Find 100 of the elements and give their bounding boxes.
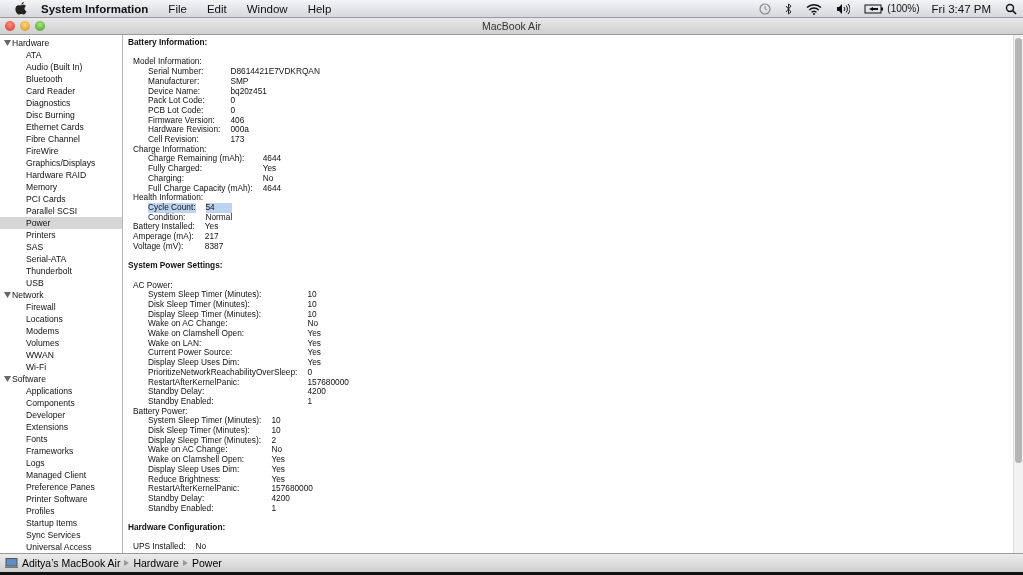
sidebar-item[interactable]: FireWire	[0, 145, 122, 157]
bluetooth-icon[interactable]	[785, 2, 793, 15]
battery-percentage[interactable]: (100%)	[887, 3, 920, 14]
sidebar-item[interactable]: Fibre Channel	[0, 133, 122, 145]
field-value: 4200	[271, 494, 291, 504]
sidebar-item[interactable]: Audio (Built In)	[0, 61, 122, 73]
sidebar-item[interactable]: Developer	[0, 409, 122, 421]
sidebar-item[interactable]: Managed Client	[0, 469, 122, 481]
sidebar-item[interactable]: Universal Access	[0, 541, 122, 553]
laptop-icon	[5, 558, 18, 568]
field-label: Manufacturer:	[148, 76, 201, 87]
disclosure-triangle-icon[interactable]	[4, 40, 11, 46]
field-label: RestartAfterKernelPanic:	[148, 377, 240, 387]
field-value: Yes	[271, 474, 286, 485]
group-heading: Health Information:	[132, 193, 204, 203]
sidebar-item[interactable]: Extensions	[0, 421, 122, 433]
search-icon[interactable]	[1005, 2, 1017, 15]
sidebar-item[interactable]: Hardware RAID	[0, 169, 122, 181]
sidebar-item[interactable]: Serial-ATA	[0, 253, 122, 265]
field-label: Amperage (mA):	[133, 232, 195, 242]
field-value: 10	[307, 309, 318, 320]
field-value: 0	[230, 105, 237, 116]
sidebar-item[interactable]: Logs	[0, 457, 122, 469]
section-heading: Battery Information:	[128, 38, 209, 48]
field-value: Yes	[204, 222, 220, 233]
tree-category[interactable]: Software	[0, 373, 122, 385]
close-button[interactable]	[5, 21, 15, 31]
field-value: SMP	[230, 76, 249, 87]
field-value: No	[195, 542, 207, 553]
menu-item[interactable]: Help	[307, 2, 332, 15]
field-label: Standby Enabled:	[148, 396, 215, 407]
clock-icon[interactable]	[759, 2, 772, 15]
sidebar-item[interactable]: Fonts	[0, 433, 122, 445]
disclosure-triangle-icon[interactable]	[4, 376, 11, 382]
field-value: bq20z451	[230, 86, 268, 97]
field-label: Display Sleep Timer (Minutes):	[148, 435, 262, 446]
field-value: 000a	[230, 125, 250, 135]
menu-item[interactable]: File	[168, 2, 187, 15]
menu-item[interactable]: Edit	[206, 2, 227, 15]
tree-category[interactable]: Network	[0, 289, 122, 301]
app-name-menu[interactable]: System Information	[41, 2, 149, 15]
sidebar-item[interactable]: Frameworks	[0, 445, 122, 457]
field-label: Display Sleep Uses Dim:	[148, 358, 241, 368]
apple-icon[interactable]	[14, 1, 28, 16]
field-value: No	[307, 319, 319, 330]
sidebar-item[interactable]: Startup Items	[0, 517, 122, 529]
sidebar-item[interactable]: Bluetooth	[0, 73, 122, 85]
path-item[interactable]: Aditya’s MacBook Air	[22, 557, 121, 569]
field-value: Yes	[307, 358, 322, 368]
sidebar-item[interactable]: Power	[0, 217, 122, 229]
disclosure-triangle-icon[interactable]	[4, 292, 11, 298]
field-value: Yes	[307, 338, 322, 349]
sidebar-item[interactable]: Card Reader	[0, 85, 122, 97]
sidebar-item[interactable]: Modems	[0, 325, 122, 337]
sidebar-item[interactable]: Firewall	[0, 301, 122, 313]
sidebar-item[interactable]: Printers	[0, 229, 122, 241]
menu-item[interactable]: Window	[246, 2, 288, 15]
sidebar-item[interactable]: Locations	[0, 313, 122, 325]
field-label: RestartAfterKernelPanic:	[148, 484, 241, 494]
sidebar-item[interactable]: Thunderbolt	[0, 265, 122, 277]
sidebar-item[interactable]: Diagnostics	[0, 97, 122, 109]
field-label: System Sleep Timer (Minutes):	[148, 416, 262, 427]
field-label: UPS Installed:	[133, 542, 186, 553]
scroll-bar[interactable]	[1013, 35, 1023, 553]
sidebar-item[interactable]: Ethernet Cards	[0, 121, 122, 133]
sidebar-item[interactable]: Printer Software	[0, 493, 122, 505]
field-label: Standby Delay:	[148, 387, 205, 397]
tree-category[interactable]: Hardware	[0, 37, 122, 49]
sidebar-item[interactable]: Profiles	[0, 505, 122, 517]
sidebar-item[interactable]: Volumes	[0, 337, 122, 349]
field-label: PCB Lot Code:	[148, 105, 205, 116]
path-item[interactable]: Hardware	[133, 557, 179, 569]
field-label: Wake on AC Change:	[148, 319, 228, 330]
field-label: Display Sleep Timer (Minutes):	[148, 309, 262, 320]
sidebar-item[interactable]: PCI Cards	[0, 193, 122, 205]
field-value: 54	[205, 202, 233, 213]
sidebar-item[interactable]: Graphics/Displays	[0, 157, 122, 169]
sidebar-item[interactable]: Parallel SCSI	[0, 205, 122, 217]
sidebar-item[interactable]: Components	[0, 397, 122, 409]
menu-clock[interactable]: Fri 3:47 PM	[931, 2, 991, 15]
field-label: Charging:	[148, 173, 184, 184]
sidebar-item[interactable]: Preference Panes	[0, 481, 122, 493]
path-item[interactable]: Power	[191, 557, 222, 569]
field-label: PrioritizeNetworkReachabilityOverSleep:	[148, 367, 298, 378]
sidebar-item[interactable]: Disc Burning	[0, 109, 122, 121]
sidebar-item[interactable]: WWAN	[0, 349, 122, 361]
field-label: Charge Remaining (mAh):	[148, 154, 246, 165]
sidebar-item[interactable]: SAS	[0, 241, 122, 253]
sidebar-item[interactable]: USB	[0, 277, 122, 289]
sidebar-item[interactable]: Memory	[0, 181, 122, 193]
speaker-icon[interactable]	[836, 2, 851, 15]
battery-icon[interactable]	[864, 2, 885, 15]
field-label: Pack Lot Code:	[148, 96, 206, 106]
sidebar-item[interactable]: Applications	[0, 385, 122, 397]
sidebar-item[interactable]: ATA	[0, 49, 122, 61]
field-value: 2	[271, 435, 278, 446]
wifi-icon[interactable]	[806, 2, 823, 15]
field-label: Standby Delay:	[148, 494, 206, 504]
sidebar-item[interactable]: Sync Services	[0, 529, 122, 541]
sidebar-item[interactable]: Wi-Fi	[0, 361, 122, 373]
